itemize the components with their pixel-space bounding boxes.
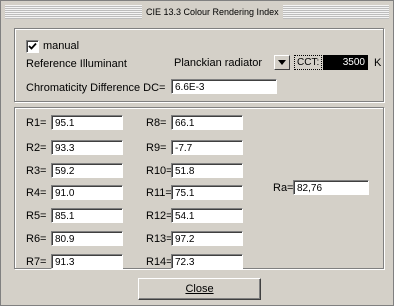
manual-label: manual [43,40,80,52]
index-value-field[interactable]: 66.1 [171,115,243,130]
close-button[interactable]: Close [138,278,261,300]
index-label: R9= [146,142,167,154]
index-label: R13= [146,233,173,245]
index-value-field[interactable]: 85.1 [51,208,123,223]
index-label: R1= [26,117,47,129]
ra-label: Ra= [273,182,294,194]
index-label: R8= [146,117,167,129]
cri-dialog: CIE 13.3 Colour Rendering Index manual R… [0,0,394,306]
reference-illuminant-value: Planckian radiator [174,57,263,69]
index-label: R2= [26,142,47,154]
index-label: R7= [26,256,47,268]
manual-checkbox[interactable] [26,40,39,53]
reference-illuminant-label: Reference Illuminant [26,58,127,70]
index-label: R3= [26,165,47,177]
checkmark-icon [28,42,37,50]
index-value-field[interactable]: 54.1 [171,208,243,223]
close-button-label: Close [185,283,214,295]
cct-button[interactable]: CCT: [294,55,323,70]
index-label: R14= [146,256,173,268]
reference-illuminant-select[interactable]: Planckian radiator [171,54,291,71]
cct-unit: K [374,57,382,69]
ra-field[interactable]: 82,76 [293,180,369,195]
index-label: R12= [146,210,173,222]
cct-input[interactable]: 3500 [323,55,368,70]
index-value-field[interactable]: 95.1 [51,115,123,130]
window-title: CIE 13.3 Colour Rendering Index [142,5,283,19]
index-label: R4= [26,187,47,199]
index-value-field[interactable]: 80.9 [51,231,123,246]
index-label: R6= [26,233,47,245]
index-value-field[interactable]: 75.1 [171,185,243,200]
title-bar[interactable]: CIE 13.3 Colour Rendering Index [5,5,389,19]
index-value-field[interactable]: 91.0 [51,185,123,200]
index-value-field[interactable]: 93.3 [51,140,123,155]
index-label: R5= [26,210,47,222]
chromaticity-difference-field[interactable]: 6.6E-3 [171,79,277,94]
index-value-field[interactable]: -7.7 [171,140,243,155]
chromaticity-difference-label: Chromaticity Difference DC= [26,82,166,94]
index-value-field[interactable]: 59.2 [51,163,123,178]
index-value-field[interactable]: 97.2 [171,231,243,246]
index-value-field[interactable]: 51.8 [171,163,243,178]
index-label: R10= [146,165,173,177]
index-value-field[interactable]: 91.3 [51,254,123,269]
index-value-field[interactable]: 72.3 [171,254,243,269]
index-label: R11= [146,187,172,199]
dropdown-arrow-icon[interactable] [274,55,290,70]
